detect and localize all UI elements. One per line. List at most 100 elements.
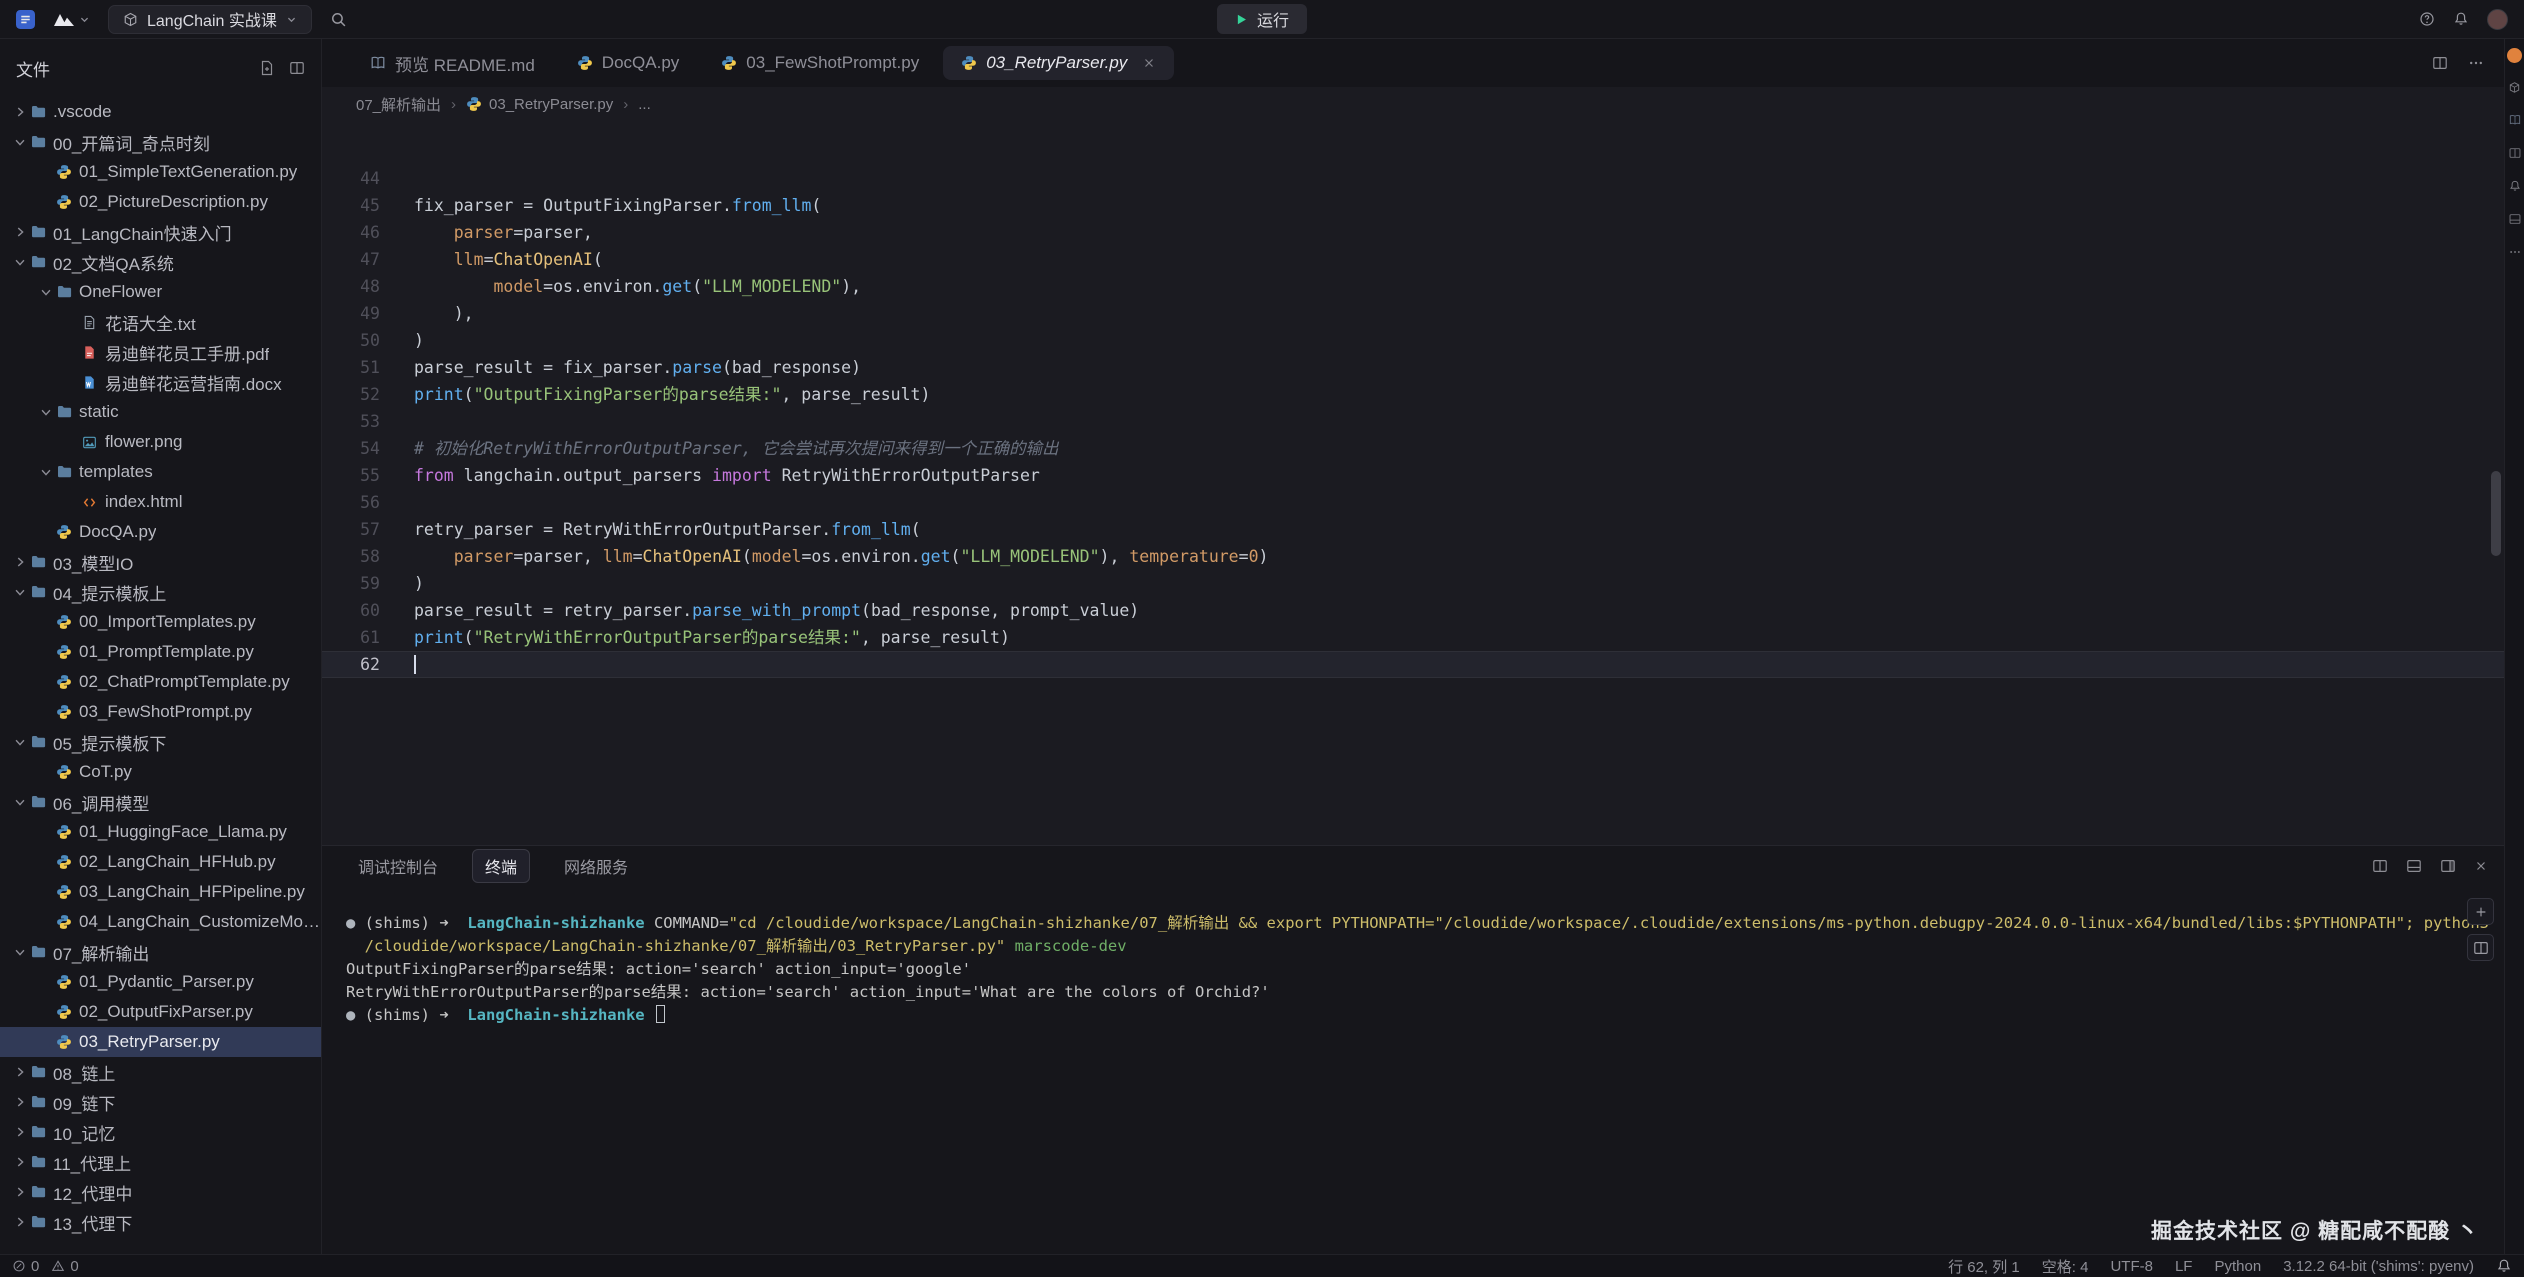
panel-layout-icon[interactable]	[2406, 858, 2422, 874]
status-errors[interactable]: 0	[12, 1258, 39, 1275]
tree-item-DocQA.py[interactable]: DocQA.py	[0, 517, 321, 547]
notifications-icon[interactable]	[2496, 1258, 2512, 1274]
move-panel-right-icon[interactable]	[2440, 858, 2456, 874]
code-line-49[interactable]: 49 ),	[322, 300, 2504, 327]
tree-item-11_代理上[interactable]: 11_代理上	[0, 1147, 321, 1177]
code-line-48[interactable]: 48 model=os.environ.get("LLM_MODELEND"),	[322, 273, 2504, 300]
code-line-44[interactable]: 44	[322, 165, 2504, 192]
tree-item-02_ChatPromptTemplate.py[interactable]: 02_ChatPromptTemplate.py	[0, 667, 321, 697]
tree-item-02_文档QA系统[interactable]: 02_文档QA系统	[0, 247, 321, 277]
tree-item-templates[interactable]: templates	[0, 457, 321, 487]
split-terminal-icon[interactable]	[2372, 858, 2388, 874]
editor-scrollbar[interactable]	[2491, 471, 2501, 556]
right-strip-icon-6[interactable]	[2508, 246, 2521, 259]
code-line-61[interactable]: 61print("RetryWithErrorOutputParser的pars…	[322, 624, 2504, 651]
code-line-53[interactable]: 53	[322, 408, 2504, 435]
code-line-56[interactable]: 56	[322, 489, 2504, 516]
tree-item-01_Pydantic_Parser.py[interactable]: 01_Pydantic_Parser.py	[0, 967, 321, 997]
status-python-interpreter[interactable]: 3.12.2 64-bit ('shims': pyenv)	[2283, 1258, 2474, 1275]
status-warnings[interactable]: 0	[51, 1258, 78, 1275]
status-cursor-position[interactable]: 行 62, 列 1	[1948, 1256, 2020, 1277]
help-icon[interactable]	[2419, 11, 2435, 27]
editor[interactable]: 4445fix_parser = OutputFixingParser.from…	[322, 121, 2504, 845]
user-avatar[interactable]	[2487, 9, 2508, 30]
tab-03_FewShotPrompt.py[interactable]: 03_FewShotPrompt.py	[703, 46, 937, 80]
app-logo-icon[interactable]	[16, 10, 35, 29]
tree-item-index.html[interactable]: index.html	[0, 487, 321, 517]
tree-item-static[interactable]: static	[0, 397, 321, 427]
panel-tab-终端[interactable]: 终端	[472, 849, 530, 883]
tree-item-08_链上[interactable]: 08_链上	[0, 1057, 321, 1087]
tree-item-CoT.py[interactable]: CoT.py	[0, 757, 321, 787]
right-strip-icon-3[interactable]	[2508, 147, 2521, 160]
code-line-46[interactable]: 46 parser=parser,	[322, 219, 2504, 246]
status-language-mode[interactable]: Python	[2214, 1258, 2261, 1275]
split-terminal-button[interactable]	[2467, 934, 2494, 961]
tree-item-01_PromptTemplate.py[interactable]: 01_PromptTemplate.py	[0, 637, 321, 667]
right-strip-icon-5[interactable]	[2508, 213, 2521, 226]
tree-item-01_SimpleTextGeneration.py[interactable]: 01_SimpleTextGeneration.py	[0, 157, 321, 187]
tree-item-02_LangChain_HFHub.py[interactable]: 02_LangChain_HFHub.py	[0, 847, 321, 877]
right-strip-avatar[interactable]	[2507, 48, 2522, 63]
tree-item-01_HuggingFace_Llama.py[interactable]: 01_HuggingFace_Llama.py	[0, 817, 321, 847]
tree-item-03_LangChain_HFPipeline.py[interactable]: 03_LangChain_HFPipeline.py	[0, 877, 321, 907]
tree-item-flower.png[interactable]: flower.png	[0, 427, 321, 457]
tree-item-花语大全.txt[interactable]: 花语大全.txt	[0, 307, 321, 337]
tree-item-.vscode[interactable]: .vscode	[0, 97, 321, 127]
status-eol[interactable]: LF	[2175, 1258, 2193, 1275]
tree-item-05_提示模板下[interactable]: 05_提示模板下	[0, 727, 321, 757]
tree-item-OneFlower[interactable]: OneFlower	[0, 277, 321, 307]
new-terminal-button[interactable]	[2467, 898, 2494, 925]
code-line-60[interactable]: 60parse_result = retry_parser.parse_with…	[322, 597, 2504, 624]
run-button[interactable]: 运行	[1217, 4, 1307, 34]
tree-item-07_解析输出[interactable]: 07_解析输出	[0, 937, 321, 967]
new-file-icon[interactable]	[259, 60, 275, 76]
code-line-57[interactable]: 57retry_parser = RetryWithErrorOutputPar…	[322, 516, 2504, 543]
breadcrumb-item[interactable]: 07_解析输出	[356, 94, 441, 115]
code-line-47[interactable]: 47 llm=ChatOpenAI(	[322, 246, 2504, 273]
open-editors-icon[interactable]	[289, 60, 305, 76]
tree-item-01_LangChain快速入门[interactable]: 01_LangChain快速入门	[0, 217, 321, 247]
tree-item-03_FewShotPrompt.py[interactable]: 03_FewShotPrompt.py	[0, 697, 321, 727]
status-encoding[interactable]: UTF-8	[2110, 1258, 2153, 1275]
tree-item-00_ImportTemplates.py[interactable]: 00_ImportTemplates.py	[0, 607, 321, 637]
tree-item-02_PictureDescription.py[interactable]: 02_PictureDescription.py	[0, 187, 321, 217]
right-strip-icon-2[interactable]	[2508, 114, 2521, 127]
tree-item-13_代理下[interactable]: 13_代理下	[0, 1207, 321, 1237]
status-indentation[interactable]: 空格: 4	[2042, 1256, 2089, 1277]
tree-item-03_RetryParser.py[interactable]: 03_RetryParser.py	[0, 1027, 321, 1057]
right-strip-icon-1[interactable]	[2509, 82, 2521, 94]
tree-item-04_LangChain_CustomizeMod...[interactable]: 04_LangChain_CustomizeMod...	[0, 907, 321, 937]
tree-item-10_记忆[interactable]: 10_记忆	[0, 1117, 321, 1147]
code-line-54[interactable]: 54# 初始化RetryWithErrorOutputParser, 它会尝试再…	[322, 435, 2504, 462]
tree-item-00_开篇词_奇点时刻[interactable]: 00_开篇词_奇点时刻	[0, 127, 321, 157]
terminal[interactable]: ● (shims) ➜ LangChain-shizhanke COMMAND=…	[322, 886, 2504, 1254]
code-line-52[interactable]: 52print("OutputFixingParser的parse结果:", p…	[322, 381, 2504, 408]
search-icon[interactable]	[330, 11, 347, 28]
code-line-55[interactable]: 55from langchain.output_parsers import R…	[322, 462, 2504, 489]
breadcrumb-item[interactable]: 03_RetryParser.py	[466, 96, 613, 113]
tab-预览 README.md[interactable]: 预览 README.md	[352, 46, 553, 80]
tree-item-易迪鲜花运营指南.docx[interactable]: 易迪鲜花运营指南.docx	[0, 367, 321, 397]
tree-item-易迪鲜花员工手册.pdf[interactable]: 易迪鲜花员工手册.pdf	[0, 337, 321, 367]
tree-item-12_代理中[interactable]: 12_代理中	[0, 1177, 321, 1207]
close-tab-icon[interactable]	[1142, 56, 1156, 70]
tree-item-09_链下[interactable]: 09_链下	[0, 1087, 321, 1117]
panel-tab-调试控制台[interactable]: 调试控制台	[346, 850, 450, 882]
code-line-51[interactable]: 51parse_result = fix_parser.parse(bad_re…	[322, 354, 2504, 381]
code-line-59[interactable]: 59)	[322, 570, 2504, 597]
tree-item-03_模型IO[interactable]: 03_模型IO	[0, 547, 321, 577]
breadcrumb-item[interactable]: ...	[638, 96, 651, 113]
code-line-58[interactable]: 58 parser=parser, llm=ChatOpenAI(model=o…	[322, 543, 2504, 570]
code-line-45[interactable]: 45fix_parser = OutputFixingParser.from_l…	[322, 192, 2504, 219]
code-line-50[interactable]: 50)	[322, 327, 2504, 354]
tree-item-02_OutputFixParser.py[interactable]: 02_OutputFixParser.py	[0, 997, 321, 1027]
tab-DocQA.py[interactable]: DocQA.py	[559, 46, 697, 80]
bell-icon[interactable]	[2453, 11, 2469, 27]
ide-logo[interactable]	[53, 12, 90, 27]
tree-item-04_提示模板上[interactable]: 04_提示模板上	[0, 577, 321, 607]
code-line-62[interactable]: 62	[322, 651, 2504, 678]
tab-03_RetryParser.py[interactable]: 03_RetryParser.py	[943, 46, 1174, 80]
split-editor-icon[interactable]	[2432, 55, 2448, 71]
more-actions-icon[interactable]	[2468, 55, 2484, 71]
